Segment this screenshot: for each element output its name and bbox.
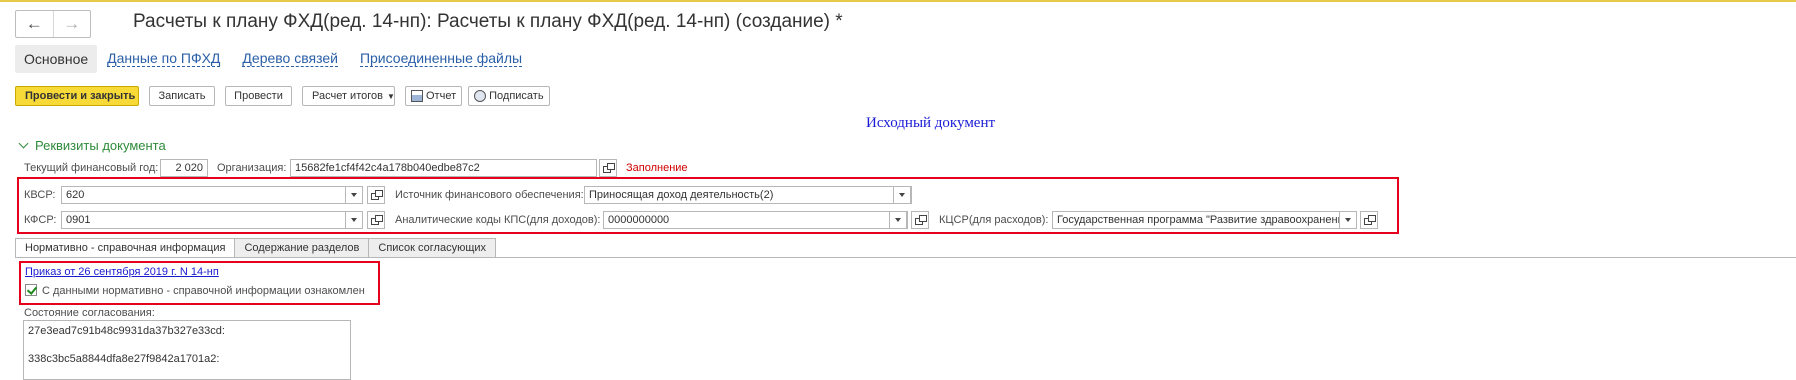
kfsr-dropdown-button[interactable]	[345, 211, 363, 229]
back-button[interactable]: ←	[16, 11, 53, 37]
org-label: Организация:	[217, 162, 287, 174]
form-tabs: Основное Данные по ПФХД Дерево связей Пр…	[15, 45, 544, 73]
source-field[interactable]: Приносящая доход деятельность(2)	[584, 186, 912, 204]
post-button[interactable]: Провести	[225, 86, 292, 106]
sign-icon	[474, 90, 487, 102]
nav-buttons: ← →	[15, 10, 91, 38]
chevron-down-icon: ▼	[386, 91, 395, 101]
fill-label: Заполнение	[626, 162, 688, 174]
check-icon	[26, 284, 38, 295]
save-label: Записать	[158, 90, 206, 102]
forward-button[interactable]: →	[52, 11, 91, 37]
tab-normative-info[interactable]: Нормативно - справочная информация	[15, 238, 236, 258]
tab-main[interactable]: Основное	[15, 45, 98, 73]
open-icon[interactable]	[367, 211, 385, 229]
kvsr-dropdown-button[interactable]	[345, 186, 363, 204]
divider	[15, 257, 1796, 258]
command-bar: Провести и закрыть Записать Провести Рас…	[15, 86, 560, 106]
source-document-heading: Исходный документ	[866, 115, 996, 131]
report-button[interactable]: Отчет	[405, 86, 463, 106]
open-icon[interactable]	[367, 186, 385, 204]
kfsr-label: КФСР:	[24, 214, 57, 226]
source-label: Источник финансового обеспечения:	[395, 189, 584, 201]
kcsr-label: КЦСР(для расходов):	[939, 214, 1049, 226]
kcsr-dropdown-button[interactable]	[1339, 211, 1357, 229]
ack-label: С данными нормативно - справочной информ…	[42, 285, 365, 297]
tab-pfhd-data[interactable]: Данные по ПФХД	[107, 51, 221, 67]
group-title: Реквизиты документа	[35, 138, 166, 153]
tab-approvers-list[interactable]: Список согласующих	[369, 238, 497, 258]
kfsr-field[interactable]: 0901	[61, 211, 362, 229]
post-and-close-label: Провести и закрыть	[25, 90, 136, 102]
kps-label: Аналитические коды КПС(для доходов):	[395, 214, 601, 226]
approval-line: 338c3bc5a8844dfa8e27f9842a1701a2:	[28, 353, 220, 365]
calc-totals-label: Расчет итогов	[312, 90, 383, 102]
approval-label: Состояние согласования:	[24, 307, 155, 319]
report-icon	[411, 90, 423, 102]
chevron-down-icon	[18, 138, 29, 149]
calc-totals-button[interactable]: Расчет итогов ▼	[302, 86, 395, 106]
kcsr-field[interactable]: Государственная программа "Развитие здра…	[1052, 211, 1350, 229]
fin-year-label: Текущий финансовый год:	[24, 162, 159, 174]
approval-line: 27e3ead7c91b48c9931da37b327e33cd:	[28, 325, 225, 337]
save-button[interactable]: Записать	[149, 86, 215, 106]
org-field[interactable]: 15682fe1cf4f42c4a178b040edbe87c2	[290, 159, 597, 177]
sub-tabs: Нормативно - справочная информация Содер…	[15, 238, 497, 258]
kps-dropdown-button[interactable]	[889, 211, 907, 229]
top-accent-line	[0, 0, 1796, 2]
open-icon[interactable]	[599, 159, 617, 177]
fin-year-field[interactable]: 2 020	[160, 159, 208, 177]
order-link[interactable]: Приказ от 26 сентября 2019 г. N 14-нп	[25, 266, 219, 278]
report-label: Отчет	[426, 90, 457, 102]
kvsr-field[interactable]: 620	[61, 186, 362, 204]
open-icon[interactable]	[911, 211, 929, 229]
approval-line	[28, 338, 346, 352]
open-icon[interactable]	[1360, 211, 1378, 229]
kvsr-label: КВСР:	[24, 189, 56, 201]
tab-section-contents[interactable]: Содержание разделов	[235, 238, 370, 258]
approval-state-textarea[interactable]: 27e3ead7c91b48c9931da37b327e33cd: 338c3b…	[23, 320, 351, 380]
tab-attached-files[interactable]: Присоединенные файлы	[359, 51, 523, 67]
tab-links-tree[interactable]: Дерево связей	[242, 51, 338, 67]
sign-label: Подписать	[489, 90, 544, 102]
kps-field[interactable]: 0000000000	[603, 211, 908, 229]
post-label: Провести	[234, 90, 283, 102]
ack-checkbox[interactable]	[25, 284, 38, 296]
window-title: Расчеты к плану ФХД(ред. 14-нп): Расчеты…	[133, 11, 843, 32]
source-dropdown-button[interactable]	[893, 186, 911, 204]
post-and-close-button[interactable]: Провести и закрыть	[15, 86, 139, 106]
sign-button[interactable]: Подписать	[468, 86, 550, 106]
group-document-details[interactable]: Реквизиты документа	[18, 138, 166, 153]
